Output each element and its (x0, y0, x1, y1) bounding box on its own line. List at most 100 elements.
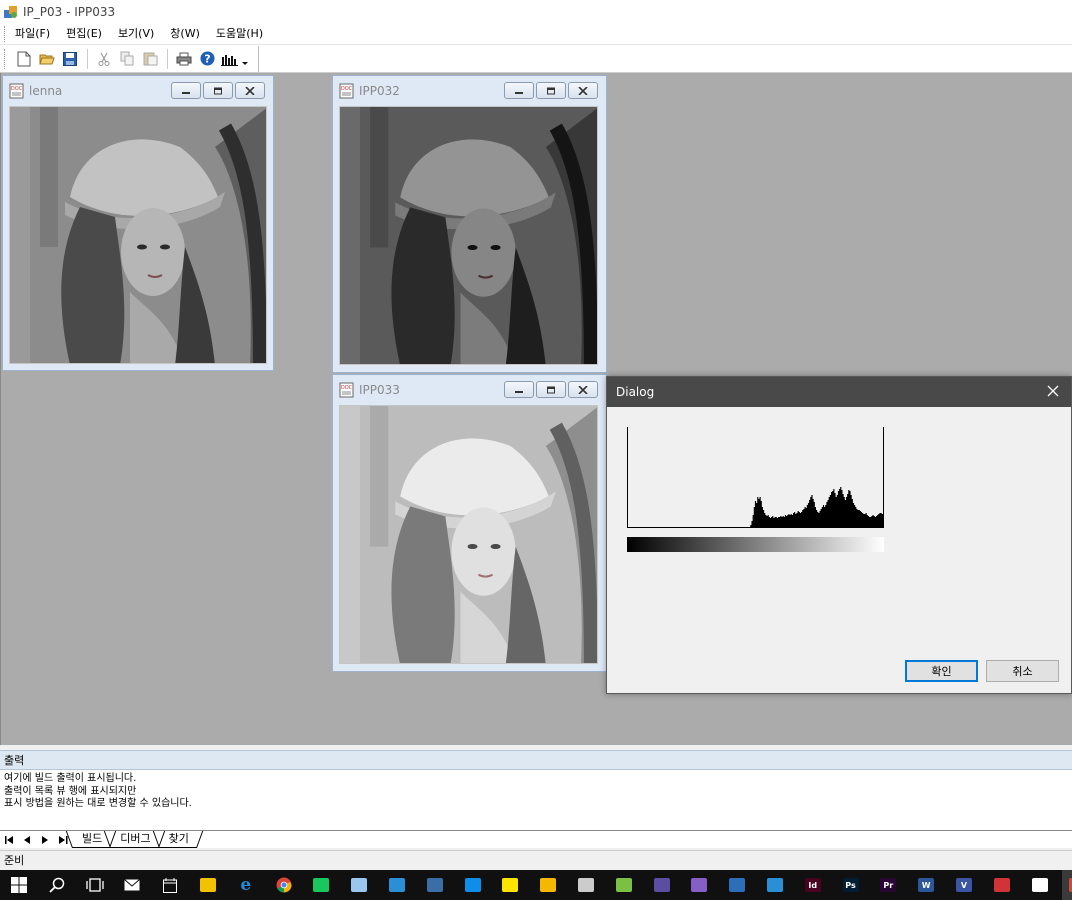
maps-icon[interactable] (760, 870, 790, 900)
minimize-button[interactable] (504, 82, 534, 99)
histogram-icon[interactable] (219, 48, 251, 70)
child-window-lenna[interactable]: DOC lenna (2, 75, 274, 371)
menu-edit[interactable]: 편집(E) (58, 24, 110, 44)
visual-studio-icon[interactable] (684, 870, 714, 900)
steam-icon[interactable] (420, 870, 450, 900)
dialog-caption[interactable]: Dialog (607, 377, 1071, 407)
toolbar-separator (167, 48, 168, 69)
grayscale-gradient-bar (627, 537, 884, 552)
calendar-icon[interactable] (155, 870, 185, 900)
task-view-icon[interactable] (80, 870, 110, 900)
image-view-ipp032[interactable] (339, 106, 598, 365)
child-caption[interactable]: DOC lenna (3, 76, 273, 106)
mail-icon[interactable] (117, 870, 147, 900)
child-title: lenna (29, 84, 63, 98)
status-bar: 준비 (0, 850, 1072, 870)
dialog-close-icon[interactable] (1045, 383, 1061, 399)
save-icon[interactable] (59, 48, 81, 70)
toolbar-end-separator (258, 45, 259, 72)
document-icon: DOC (339, 382, 355, 398)
windows-taskbar: e Id Ps Pr W V (0, 870, 1072, 900)
chrome-icon[interactable] (269, 870, 299, 900)
next-tab-icon[interactable] (36, 832, 54, 848)
svg-text:DOC: DOC (341, 86, 353, 92)
output-line: 표시 방법을 원하는 대로 변경할 수 있습니다. (4, 798, 192, 809)
menu-bar: 파일(F) 편집(E) 보기(V) 창(W) 도움말(H) (0, 24, 1072, 45)
tab-find[interactable]: 찾기 (158, 831, 197, 848)
ip-p03-app-icon[interactable] (1062, 870, 1072, 900)
window-title: IP_P03 - IPP033 (23, 5, 116, 19)
maximize-button[interactable] (536, 381, 566, 398)
menu-window[interactable]: 창(W) (162, 24, 208, 44)
eclipse-icon[interactable] (647, 870, 677, 900)
child-title: IPP033 (359, 383, 400, 397)
network-icon[interactable] (533, 870, 563, 900)
child-window-ipp033[interactable]: DOC IPP033 (332, 374, 607, 672)
visio-icon[interactable]: V (949, 870, 979, 900)
photoshop-icon[interactable]: Ps (836, 870, 866, 900)
image-view-lenna[interactable] (9, 106, 267, 364)
open-icon[interactable] (36, 48, 58, 70)
help-icon[interactable]: ? (196, 48, 218, 70)
paste-icon[interactable] (139, 48, 161, 70)
output-pane-header: 출력 (0, 750, 1072, 770)
ipp033-image (340, 406, 597, 663)
red-app-icon[interactable] (987, 870, 1017, 900)
output-pane-body[interactable]: 여기에 빌드 출력이 표시됩니다. 출력이 목록 뷰 행에 표시되지만 표시 방… (0, 770, 1072, 830)
naver-whale-icon[interactable] (306, 870, 336, 900)
dialog-title: Dialog (616, 385, 655, 399)
android-icon[interactable] (609, 870, 639, 900)
search-icon[interactable] (42, 870, 72, 900)
maximize-button[interactable] (203, 82, 233, 99)
image-view-ipp033[interactable] (339, 405, 598, 664)
sticky-notes-icon[interactable] (1025, 870, 1055, 900)
child-title: IPP032 (359, 84, 400, 98)
document-icon: DOC (339, 83, 355, 99)
maximize-button[interactable] (536, 82, 566, 99)
close-button[interactable] (235, 82, 265, 99)
minimize-button[interactable] (171, 82, 201, 99)
visual-studio-code-icon[interactable] (382, 870, 412, 900)
internet-explorer-icon[interactable]: e (231, 870, 261, 900)
cancel-button[interactable]: 취소 (986, 660, 1059, 682)
menu-file[interactable]: 파일(F) (7, 24, 58, 44)
print-icon[interactable] (173, 48, 195, 70)
menu-view[interactable]: 보기(V) (110, 24, 162, 44)
title-bar: IP_P03 - IPP033 (0, 0, 1072, 24)
premiere-icon[interactable]: Pr (873, 870, 903, 900)
word-icon[interactable]: W (911, 870, 941, 900)
new-icon[interactable] (13, 48, 35, 70)
first-tab-icon[interactable] (0, 832, 18, 848)
svg-text:?: ? (204, 53, 210, 66)
svg-text:DOC: DOC (11, 86, 23, 92)
output-tab-bar: 빌드 디버그 찾기 (0, 830, 1072, 848)
lenna-image (10, 107, 266, 363)
document-icon: DOC (9, 83, 25, 99)
indesign-icon[interactable]: Id (798, 870, 828, 900)
cut-icon[interactable] (93, 48, 115, 70)
close-button[interactable] (568, 381, 598, 398)
svg-text:DOC: DOC (341, 385, 353, 391)
child-window-ipp032[interactable]: DOC IPP032 (332, 75, 607, 373)
minimize-button[interactable] (504, 381, 534, 398)
tab-debug[interactable]: 디버그 (110, 831, 159, 848)
ok-button[interactable]: 확인 (905, 660, 978, 682)
copy-icon[interactable] (116, 48, 138, 70)
menu-help[interactable]: 도움말(H) (208, 24, 271, 44)
toolbar-separator (87, 48, 88, 69)
kakaotalk-icon[interactable] (495, 870, 525, 900)
windows-start-icon[interactable] (4, 870, 34, 900)
notepad-icon[interactable] (344, 870, 374, 900)
teamviewer-icon[interactable] (458, 870, 488, 900)
toolbar-grip (4, 48, 7, 69)
sourcetree-icon[interactable] (722, 870, 752, 900)
media-icon[interactable] (571, 870, 601, 900)
histogram-bars (627, 487, 884, 527)
close-button[interactable] (568, 82, 598, 99)
file-explorer-icon[interactable] (193, 870, 223, 900)
child-caption[interactable]: DOC IPP032 (333, 76, 606, 106)
ipp032-image (340, 107, 597, 364)
prev-tab-icon[interactable] (18, 832, 36, 848)
histogram-chart (627, 427, 884, 528)
child-caption[interactable]: DOC IPP033 (333, 375, 606, 405)
